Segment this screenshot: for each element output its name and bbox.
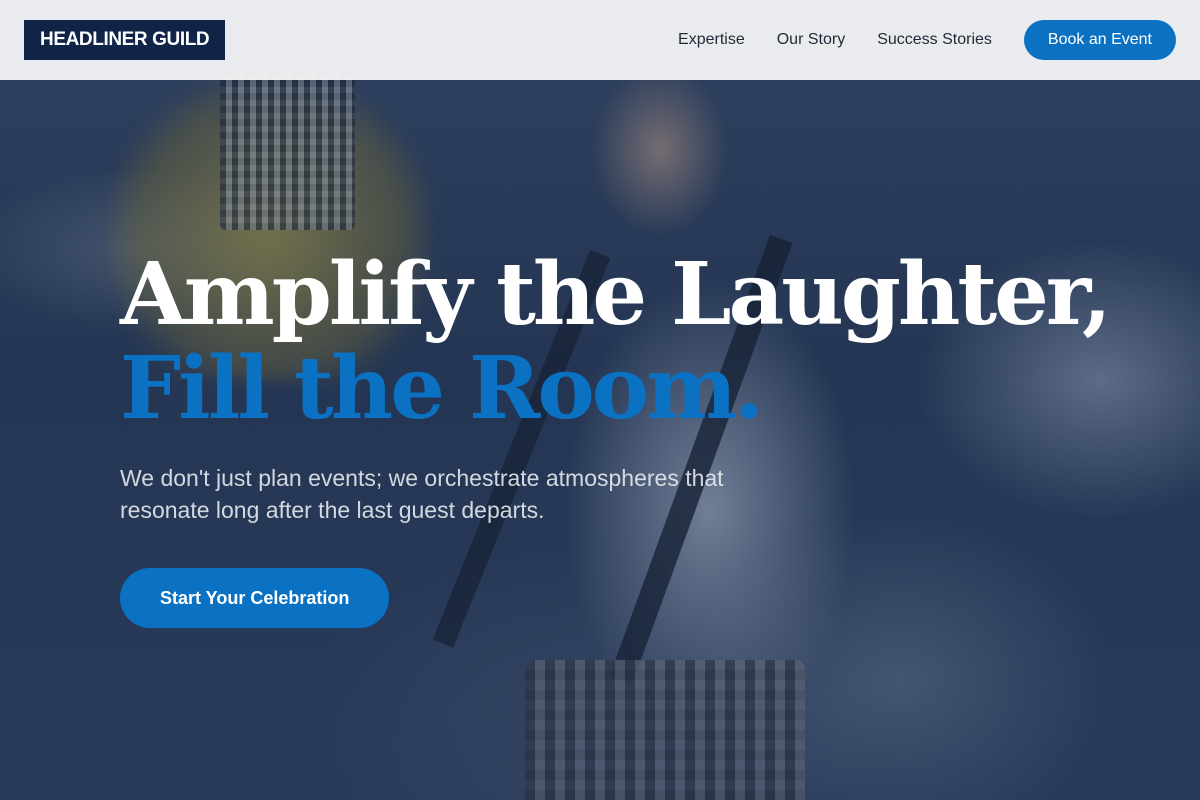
landing-page: HEADLINER GUILD Expertise Our Story Succ… [0, 0, 1200, 800]
hero-section: Amplify the Laughter, Fill the Room. We … [120, 244, 1112, 628]
hero-headline: Amplify the Laughter, Fill the Room. [120, 244, 1112, 439]
headline-line-2: Fill the Room. [120, 338, 764, 439]
book-event-button[interactable]: Book an Event [1023, 20, 1176, 60]
brand-logo[interactable]: HEADLINER GUILD [24, 20, 226, 60]
start-celebration-button[interactable]: Start Your Celebration [120, 568, 390, 628]
nav-link-expertise[interactable]: Expertise [678, 31, 745, 49]
hero-subtext: We don't just plan events; we orchestrat… [120, 465, 724, 523]
nav-link-our-story[interactable]: Our Story [777, 31, 845, 49]
nav-link-success-stories[interactable]: Success Stories [877, 31, 992, 49]
site-header: HEADLINER GUILD Expertise Our Story Succ… [0, 0, 1200, 80]
main-nav: Expertise Our Story Success Stories Book… [678, 20, 1176, 60]
headline-line-1: Amplify the Laughter, [120, 244, 1112, 345]
